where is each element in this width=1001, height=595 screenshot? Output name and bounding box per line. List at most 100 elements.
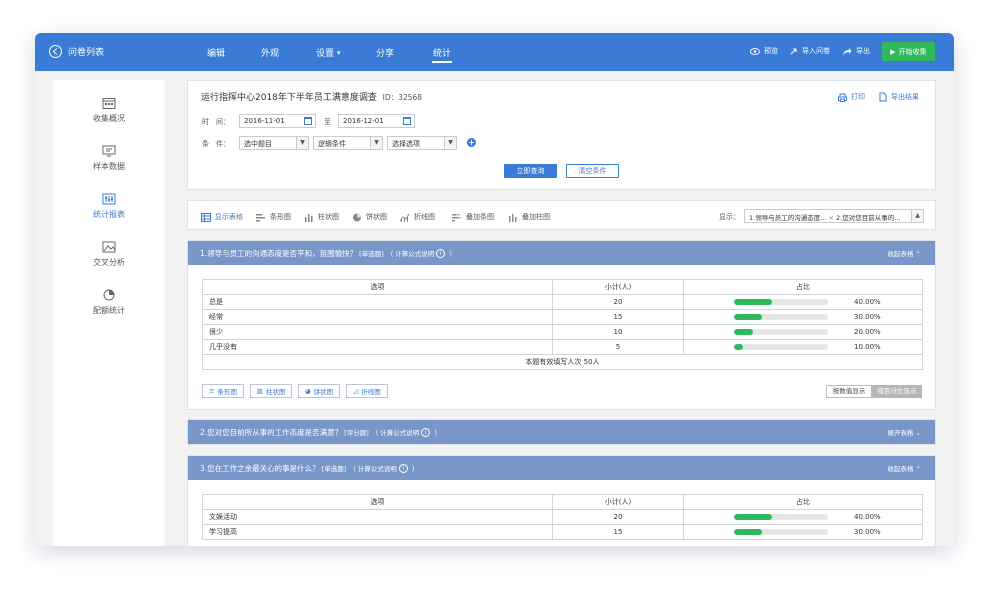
preview-button[interactable]: 预览 (750, 46, 778, 56)
play-icon: ▶ (890, 47, 896, 56)
question-title: 3.您在工作之余最关心的事是什么？ (200, 463, 320, 473)
pie-chart-button[interactable]: ◕ 饼状图 (298, 384, 340, 398)
start-collect-button[interactable]: ▶ 开始收集 (882, 42, 935, 61)
eye-icon (750, 47, 760, 55)
line-chart-icon: ◿ (353, 387, 359, 395)
file-export-icon (879, 92, 887, 102)
question-select[interactable]: 选中题目 ▼ (239, 136, 309, 150)
query-button[interactable]: 立即查询 (504, 164, 557, 178)
view-toolbar: 显示表格 条形图 柱状图 饼状图 折线图 叠加条图 叠加柱图 显示： 1.领导与… (187, 200, 936, 230)
question-header: 2.您对您目前所从事的工作态度是否满意？ [评分题] （ 计算公式说明 i ） … (188, 420, 935, 444)
stats-table: 选项 小计(人) 占比 文娱活动 20 40.00% 学习提高 15 30.00… (202, 494, 923, 540)
question-block-2: 2.您对您目前所从事的工作态度是否满意？ [评分题] （ 计算公式说明 i ） … (187, 419, 936, 445)
sidebar-item-collection-overview[interactable]: 收集概况 (53, 97, 165, 124)
date-from-input[interactable]: 2016-11-01 (239, 114, 316, 128)
tab-share[interactable]: 分享 (376, 46, 394, 59)
progress-bar (734, 514, 828, 520)
sidebar: 收集概况 样本数据 统计报表 交叉分析 配额统计 (53, 80, 165, 546)
sidebar-item-sample-data[interactable]: 样本数据 (53, 145, 165, 172)
question-block-3: 3.您在工作之余最关心的事是什么？ [单选题] （ 计算公式说明 i ） 收起表… (187, 455, 936, 546)
question-header: 3.您在工作之余最关心的事是什么？ [单选题] （ 计算公式说明 i ） 收起表… (188, 456, 935, 480)
chevron-down-icon: ▼ (296, 137, 308, 149)
collapse-table-toggle[interactable]: 收起表格 ⌃ (887, 248, 921, 258)
tab-line-chart[interactable]: 折线图 (400, 212, 435, 222)
column-chart-icon: ▥ (256, 387, 263, 395)
table-row: 很少 10 20.00% (202, 324, 923, 340)
share-arrow-icon (843, 47, 852, 55)
bar-chart-button[interactable]: ≡ 条形图 (202, 384, 244, 398)
app-window: 问卷列表 编辑 外观 设置 ▾ 分享 统计 预览 导入问卷 导出 ▶ 开始收集 收… (35, 33, 954, 546)
logic-select[interactable]: 逻辑条件 ▼ (313, 136, 383, 150)
summary-row: 本题有效填写人次 50人 (202, 354, 923, 370)
show-by-value-button[interactable]: 按数值显示 (826, 385, 872, 398)
display-label: 显示： (719, 213, 740, 221)
column-header: 小计(人) (552, 279, 684, 295)
column-header: 小计(人) (552, 494, 684, 510)
export-button[interactable]: 导出 (842, 46, 870, 56)
question-title: 2.您对您目前所从事的工作态度是否满意？ (200, 427, 343, 437)
import-icon (790, 47, 797, 54)
time-label: 时 间： (202, 118, 230, 126)
progress-bar (734, 329, 828, 335)
table-row: 经常 15 30.00% (202, 309, 923, 325)
column-header: 占比 (683, 494, 923, 510)
clear-conditions-button[interactable]: 清空条件 (566, 164, 619, 178)
tab-show-table[interactable]: 显示表格 (201, 212, 243, 222)
info-icon[interactable]: i (398, 463, 408, 473)
tab-stacked-column[interactable]: 叠加柱图 (508, 212, 550, 222)
tab-appearance[interactable]: 外观 (261, 46, 279, 59)
filter-panel: 运行指挥中心2018年下半年员工满意度调查 ID：32568 打印 导出结果 时… (187, 80, 936, 190)
table-icon (201, 212, 211, 222)
info-icon[interactable]: i (436, 248, 446, 258)
pie-chart-icon (353, 213, 361, 221)
column-header: 选项 (202, 494, 553, 510)
monitor-icon (102, 145, 116, 157)
progress-bar (734, 314, 828, 320)
show-by-percent-button[interactable]: 按百分比显示 (872, 385, 922, 398)
bar-chart-icon (256, 213, 265, 221)
tab-column-chart[interactable]: 柱状图 (304, 212, 339, 222)
info-icon[interactable]: i (421, 427, 431, 437)
stacked-column-icon (509, 213, 517, 222)
bar-chart-icon: ≡ (209, 387, 215, 395)
pie-chart-icon: ◕ (304, 387, 311, 395)
option-select[interactable]: 选择选项 ▼ (387, 136, 457, 150)
print-button[interactable]: 打印 (838, 92, 865, 102)
tab-edit[interactable]: 编辑 (207, 46, 225, 59)
tab-stacked-bar[interactable]: 叠加条图 (452, 212, 494, 222)
column-chart-icon (305, 213, 313, 222)
column-chart-button[interactable]: ▥ 柱状图 (250, 384, 292, 398)
to-label: 至 (324, 118, 331, 126)
top-navbar: 问卷列表 编辑 外观 设置 ▾ 分享 统计 预览 导入问卷 导出 ▶ 开始收集 (35, 33, 954, 71)
collapse-table-toggle[interactable]: 收起表格 ⌃ (887, 463, 921, 473)
progress-bar (734, 529, 828, 535)
column-header: 选项 (202, 279, 553, 295)
sidebar-item-stat-report[interactable]: 统计报表 (53, 193, 165, 220)
stacked-bar-icon (452, 213, 461, 221)
tab-statistics[interactable]: 统计 (431, 46, 453, 63)
question-header: 1.领导与员工的沟通态度是否平和，氛围愉快？ [单选题] （ 计算公式说明 i … (188, 241, 935, 265)
question-block-1: 1.领导与员工的沟通态度是否平和，氛围愉快？ [单选题] （ 计算公式说明 i … (187, 240, 936, 410)
chevron-up-icon: ▲ (911, 210, 923, 222)
display-question-select[interactable]: 1.领导与员工的沟通态度... × 2.您对您目前从事的... ▲ (744, 209, 924, 223)
sidebar-item-quota-stats[interactable]: 配额统计 (53, 289, 165, 316)
sidebar-item-cross-analysis[interactable]: 交叉分析 (53, 241, 165, 268)
line-chart-button[interactable]: ◿ 折线图 (346, 384, 388, 398)
tab-settings[interactable]: 设置 ▾ (316, 46, 341, 60)
line-chart-icon (400, 213, 410, 222)
table-row: 文娱活动 20 40.00% (202, 509, 923, 525)
back-arrow-icon (49, 45, 62, 58)
calendar-icon (403, 117, 411, 125)
expand-table-toggle[interactable]: 展开表格 ⌄ (887, 427, 921, 437)
column-header: 占比 (683, 279, 923, 295)
image-icon (102, 241, 116, 253)
back-to-survey-list[interactable]: 问卷列表 (49, 45, 104, 58)
export-result-button[interactable]: 导出结果 (879, 92, 919, 102)
question-type: [评分题] (344, 429, 369, 437)
tab-pie-chart[interactable]: 饼状图 (352, 212, 387, 222)
import-survey-button[interactable]: 导入问卷 (789, 46, 830, 56)
add-condition-icon[interactable]: + (467, 138, 476, 147)
table-row: 总是 20 40.00% (202, 294, 923, 310)
tab-bar-chart[interactable]: 条形图 (256, 212, 291, 222)
date-to-input[interactable]: 2016-12-01 (338, 114, 415, 128)
